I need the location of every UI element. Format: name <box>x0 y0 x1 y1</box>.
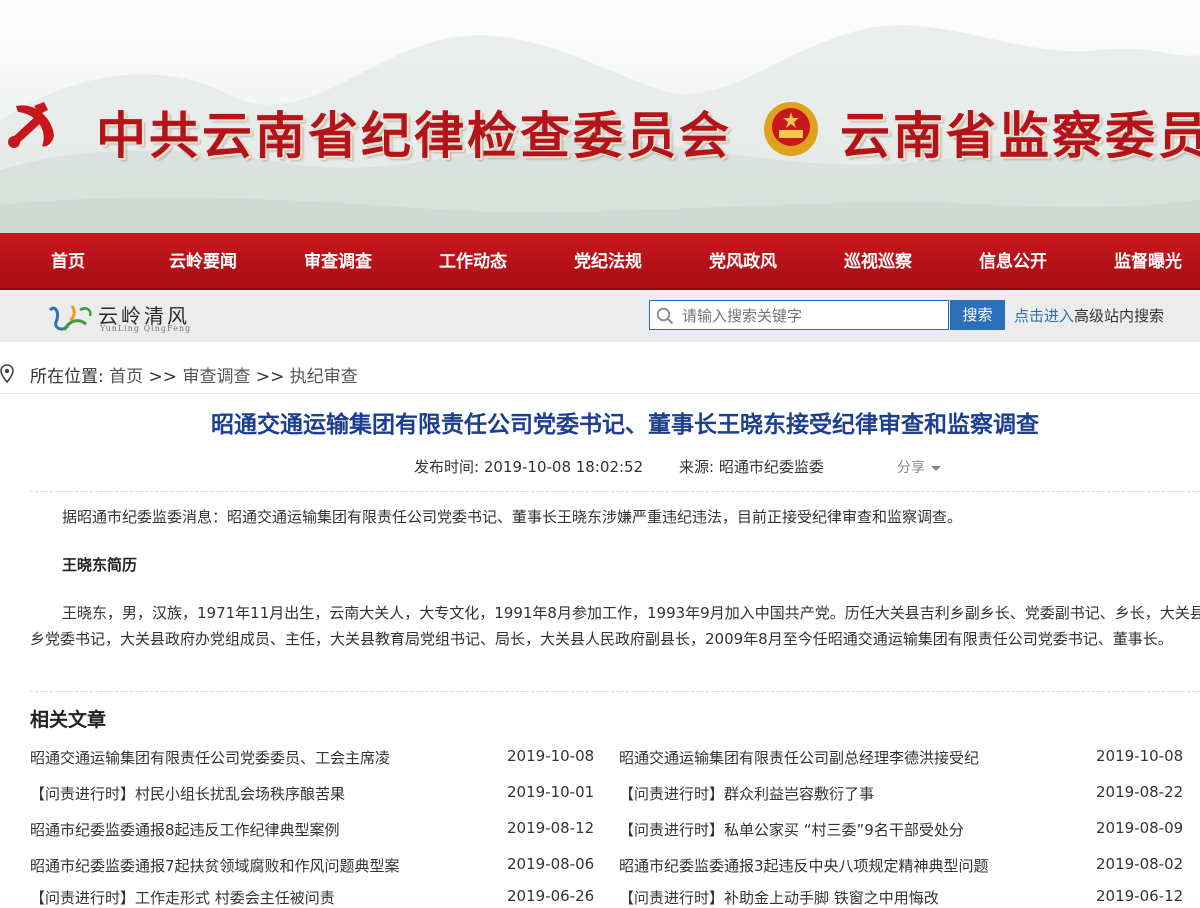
caret-down-icon <box>931 465 941 471</box>
related-link[interactable]: 昭通市纪委监委通报3起违反中央八项规定精神典型问题 <box>619 857 989 875</box>
article-paragraph: 据昭通市纪委监委消息：昭通交通运输集团有限责任公司党委书记、董事长王晓东涉嫌严重… <box>62 508 963 526</box>
article-title: 昭通交通运输集团有限责任公司党委书记、董事长王晓东接受纪律审查和监察调查 <box>211 412 1039 438</box>
breadcrumb-discipline[interactable]: 执纪审查 <box>290 367 358 387</box>
nav-item-review[interactable]: 审查调查 <box>278 233 398 288</box>
nav-item-conduct[interactable]: 党风政风 <box>683 233 803 288</box>
related-link[interactable]: 昭通市纪委监委通报7起扶贫领域腐败和作风问题典型案 <box>30 857 400 875</box>
article-source: 来源: 昭通市纪委监委 <box>679 458 824 476</box>
site-logo[interactable]: 云岭清风 YunLing QingFeng <box>46 298 206 336</box>
breadcrumb-separator: >> <box>255 367 285 387</box>
related-item[interactable]: 【问责进行时】补助金上动手脚 铁窗之中用悔改 <box>619 887 939 908</box>
advanced-search: 点击进入高级站内搜索 <box>1014 305 1164 326</box>
search-button[interactable]: 搜索 <box>950 300 1005 330</box>
national-emblem-icon <box>764 102 818 156</box>
related-date: 2019-08-22 <box>1096 783 1184 801</box>
nav-item-inspection[interactable]: 巡视巡察 <box>818 233 938 288</box>
related-link[interactable]: 昭通交通运输集团有限责任公司副总经理李德洪接受纪 <box>619 749 979 767</box>
advanced-search-label: 高级站内搜索 <box>1074 307 1165 325</box>
related-date: 2019-10-08 <box>1096 747 1184 765</box>
divider <box>0 393 1200 394</box>
header-banner: 中共云南省纪律检查委员会 云南省监察委员会 <box>0 0 1200 233</box>
search-icon <box>656 307 674 325</box>
related-date: 2019-08-02 <box>1096 855 1184 873</box>
related-item[interactable]: 昭通市纪委监委通报8起违反工作纪律典型案例 <box>30 819 340 840</box>
article-paragraph: 王晓东，男，汉族，1971年11月出生，云南大关人，大专文化，1991年8月参加… <box>30 604 1200 648</box>
nav-item-disclosure[interactable]: 信息公开 <box>953 233 1073 288</box>
related-item[interactable]: 昭通交通运输集团有限责任公司党委委员、工会主席凌 <box>30 747 390 768</box>
search-toolbar: 云岭清风 YunLing QingFeng 搜索 点击进入高级站内搜索 <box>0 290 1200 342</box>
search-field[interactable] <box>649 300 949 330</box>
related-link[interactable]: 昭通市纪委监委通报8起违反工作纪律典型案例 <box>30 821 340 839</box>
related-item[interactable]: 【问责进行时】工作走形式 村委会主任被问责 <box>30 887 335 908</box>
breadcrumb-prefix: 所在位置: <box>30 367 104 387</box>
share-label: 分享 <box>897 460 925 476</box>
related-title: 相关文章 <box>30 709 107 731</box>
search-input[interactable] <box>680 303 946 329</box>
breadcrumb-review[interactable]: 审查调查 <box>182 367 250 387</box>
banner-title-commission: 中共云南省纪律检查委员会 <box>96 106 732 165</box>
related-date: 2019-06-12 <box>1096 887 1184 905</box>
related-item[interactable]: 昭通交通运输集团有限责任公司副总经理李德洪接受纪 <box>619 747 979 768</box>
breadcrumb-separator: >> <box>148 367 178 387</box>
nav-item-news[interactable]: 云岭要闻 <box>143 233 263 288</box>
divider <box>30 691 1200 692</box>
main-nav: 首页 云岭要闻 审查调查 工作动态 党纪法规 党风政风 巡视巡察 信息公开 监督… <box>0 233 1200 290</box>
location-pin-icon <box>0 364 14 384</box>
divider <box>30 491 1200 492</box>
related-date: 2019-10-01 <box>507 783 595 801</box>
related-link[interactable]: 【问责进行时】私单公家买 “村三委”9名干部受处分 <box>619 821 964 839</box>
related-link[interactable]: 【问责进行时】工作走形式 村委会主任被问责 <box>30 889 335 907</box>
banner-title-supervision: 云南省监察委员会 <box>840 106 1200 165</box>
nav-item-regulations[interactable]: 党纪法规 <box>548 233 668 288</box>
party-emblem-icon <box>8 102 54 148</box>
related-item[interactable]: 昭通市纪委监委通报3起违反中央八项规定精神典型问题 <box>619 855 989 876</box>
nav-item-exposure[interactable]: 监督曝光 <box>1088 233 1200 288</box>
related-item[interactable]: 【问责进行时】群众利益岂容敷衍了事 <box>619 783 874 804</box>
article-subheading: 王晓东简历 <box>62 556 138 574</box>
breadcrumb-home[interactable]: 首页 <box>109 367 143 387</box>
related-date: 2019-08-09 <box>1096 819 1184 837</box>
share-dropdown[interactable]: 分享 <box>897 457 941 477</box>
related-item[interactable]: 【问责进行时】私单公家买 “村三委”9名干部受处分 <box>619 819 964 840</box>
logo-text-en: YunLing QingFeng <box>100 324 192 333</box>
related-date: 2019-06-26 <box>507 887 595 905</box>
related-item[interactable]: 【问责进行时】村民小组长扰乱会场秩序酿苦果 <box>30 783 345 804</box>
advanced-search-link[interactable]: 点击进入 <box>1014 307 1074 325</box>
related-item[interactable]: 昭通市纪委监委通报7起扶贫领域腐败和作风问题典型案 <box>30 855 400 876</box>
related-date: 2019-08-06 <box>507 855 595 873</box>
related-date: 2019-10-08 <box>507 747 595 765</box>
related-link[interactable]: 【问责进行时】群众利益岂容敷衍了事 <box>619 785 874 803</box>
related-link[interactable]: 【问责进行时】村民小组长扰乱会场秩序酿苦果 <box>30 785 345 803</box>
publish-time: 发布时间: 2019-10-08 18:02:52 <box>414 458 644 476</box>
related-link[interactable]: 昭通交通运输集团有限责任公司党委委员、工会主席凌 <box>30 749 390 767</box>
related-link[interactable]: 【问责进行时】补助金上动手脚 铁窗之中用悔改 <box>619 889 939 907</box>
nav-item-home[interactable]: 首页 <box>8 233 128 288</box>
nav-item-work[interactable]: 工作动态 <box>413 233 533 288</box>
logo-mark-icon <box>48 305 92 331</box>
related-date: 2019-08-12 <box>507 819 595 837</box>
